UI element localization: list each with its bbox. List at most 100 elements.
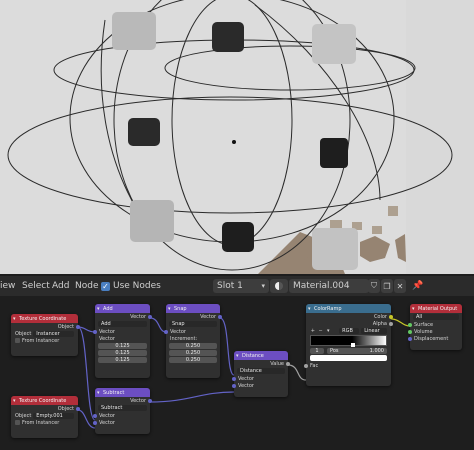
ramp-controls: + − ▾ RGB Linear bbox=[306, 327, 391, 334]
increment-label: Increment: bbox=[170, 335, 198, 342]
material-browse-button[interactable] bbox=[270, 279, 288, 293]
texture-coordinate-node-1[interactable]: Texture Coordinate Object Object Instanc… bbox=[11, 314, 80, 356]
vector-socket-icon[interactable] bbox=[93, 329, 97, 334]
vector-math-snap-node[interactable]: Snap Vector Snap Vector Increment: 0.250… bbox=[164, 304, 222, 378]
viewport-scene bbox=[7, 0, 474, 274]
close-icon: ✕ bbox=[396, 281, 404, 291]
select-menu[interactable]: Select bbox=[22, 279, 50, 293]
node-title: Texture Coordinate bbox=[11, 314, 78, 323]
y-field[interactable]: 0.250 bbox=[169, 350, 217, 356]
float-socket-icon[interactable] bbox=[389, 321, 393, 326]
fac-input: Fac bbox=[304, 362, 391, 369]
node-title: Distance bbox=[234, 351, 288, 360]
object-field[interactable]: Instancer bbox=[33, 330, 74, 337]
stop-color-swatch[interactable] bbox=[310, 355, 387, 361]
vector-math-subtract-node[interactable]: Subtract Vector Subtract Vector Vector bbox=[93, 388, 152, 434]
from-instancer-row[interactable]: From Instancer bbox=[11, 419, 78, 426]
stop-index-field[interactable]: 1 bbox=[310, 347, 324, 354]
node-menu[interactable]: Node bbox=[75, 279, 99, 293]
stop-position-field[interactable]: Pos 1.000 bbox=[327, 347, 387, 354]
vector-socket-icon[interactable] bbox=[164, 329, 168, 334]
vector-input-1: Vector bbox=[164, 328, 220, 335]
view-menu[interactable]: iew bbox=[0, 279, 15, 293]
node-editor[interactable]: Texture Coordinate Object Object Instanc… bbox=[0, 296, 474, 450]
vector-socket-icon[interactable] bbox=[148, 398, 152, 403]
object-output: Object bbox=[11, 405, 80, 412]
vector-input-1: Vector bbox=[93, 412, 150, 419]
stop-row: 1 Pos 1.000 bbox=[306, 347, 391, 354]
use-nodes-label: Use Nodes bbox=[113, 281, 161, 291]
x-field[interactable]: 0.125 bbox=[98, 343, 147, 349]
operation-dropdown[interactable]: Snap bbox=[169, 321, 217, 327]
operation-dropdown[interactable]: Add bbox=[98, 321, 147, 327]
node-title: Material Output bbox=[410, 304, 462, 313]
material-output-node[interactable]: Material Output All Surface Volume Displ… bbox=[408, 304, 462, 350]
x-field[interactable]: 0.250 bbox=[169, 343, 217, 349]
vector-socket-icon[interactable] bbox=[148, 314, 152, 319]
shader-socket-icon[interactable] bbox=[408, 322, 412, 327]
object-output: Object bbox=[11, 323, 80, 330]
color-output: Color bbox=[306, 313, 393, 320]
vector-socket-icon[interactable] bbox=[218, 314, 222, 319]
slot-dropdown[interactable]: Slot 1 ▾ bbox=[213, 279, 269, 293]
remove-stop-icon[interactable]: − bbox=[318, 328, 324, 334]
ramp-menu-icon[interactable]: ▾ bbox=[325, 328, 331, 334]
z-field[interactable]: 0.250 bbox=[169, 357, 217, 363]
vector-output: Vector bbox=[95, 397, 152, 404]
chevron-down-icon: ▾ bbox=[261, 282, 265, 290]
vector-socket-icon[interactable] bbox=[232, 376, 236, 381]
object-field[interactable]: Empty.001 bbox=[33, 412, 74, 419]
add-stop-icon[interactable]: + bbox=[310, 328, 316, 334]
color-ramp-node[interactable]: ColorRamp Color Alpha + − ▾ RGB Linear 1… bbox=[304, 304, 393, 386]
vector-socket-icon[interactable] bbox=[93, 420, 97, 425]
volume-input: Volume bbox=[408, 328, 462, 335]
vector-input-1: Vector bbox=[93, 328, 150, 335]
pin-icon: 📌 bbox=[412, 281, 424, 291]
ramp-gradient[interactable] bbox=[310, 335, 387, 347]
node-editor-header: iew Select Add Node ✓ Use Nodes Slot 1 ▾… bbox=[0, 276, 474, 296]
float-socket-icon[interactable] bbox=[286, 361, 290, 366]
vector-socket-icon[interactable] bbox=[76, 324, 80, 329]
interpolation-dropdown[interactable]: Linear bbox=[361, 327, 387, 334]
vector-math-add-node[interactable]: Add Vector Add Vector Vector 0.125 0.125… bbox=[93, 304, 152, 378]
shield-icon: ⛉ bbox=[371, 281, 377, 290]
vector-socket-icon[interactable] bbox=[408, 336, 412, 341]
node-title: Texture Coordinate bbox=[11, 396, 78, 405]
shader-socket-icon[interactable] bbox=[408, 329, 412, 334]
operation-dropdown[interactable]: Distance bbox=[237, 368, 285, 374]
material-sphere-icon bbox=[275, 282, 283, 290]
checkbox-icon[interactable] bbox=[15, 420, 20, 425]
3d-viewport[interactable] bbox=[0, 0, 474, 274]
use-nodes-checkbox[interactable]: ✓ Use Nodes bbox=[101, 279, 161, 293]
target-dropdown[interactable]: All bbox=[413, 314, 459, 320]
vector-output: Vector bbox=[95, 313, 152, 320]
material-name: Material.004 bbox=[293, 281, 350, 291]
viewport-bg-right bbox=[406, 0, 474, 274]
duplicate-material-button[interactable]: ❐ bbox=[381, 279, 393, 293]
vector-socket-icon[interactable] bbox=[232, 383, 236, 388]
add-menu[interactable]: Add bbox=[52, 279, 69, 293]
vector-math-distance-node[interactable]: Distance Value Distance Vector Vector bbox=[232, 351, 290, 397]
operation-dropdown[interactable]: Subtract bbox=[98, 405, 147, 411]
color-mode-dropdown[interactable]: RGB bbox=[339, 327, 360, 334]
node-title: ColorRamp bbox=[306, 304, 391, 313]
displacement-input: Displacement bbox=[408, 335, 462, 342]
from-instancer-row[interactable]: From Instancer bbox=[11, 337, 78, 344]
node-title: Snap bbox=[166, 304, 220, 313]
vector-socket-icon[interactable] bbox=[76, 406, 80, 411]
object-field-row: Object Empty.001 bbox=[11, 412, 78, 419]
vector-input-2: Vector bbox=[232, 382, 288, 389]
unlink-material-button[interactable]: ✕ bbox=[394, 279, 406, 293]
cubes bbox=[112, 12, 358, 270]
pin-button[interactable]: 📌 bbox=[412, 279, 424, 293]
vector-input-2: Vector bbox=[93, 419, 150, 426]
checkbox-icon[interactable] bbox=[15, 338, 20, 343]
material-name-field[interactable]: Material.004 bbox=[289, 279, 369, 293]
y-field[interactable]: 0.125 bbox=[98, 350, 147, 356]
float-socket-icon[interactable] bbox=[304, 363, 308, 368]
texture-coordinate-node-2[interactable]: Texture Coordinate Object Object Empty.0… bbox=[11, 396, 80, 438]
vector-socket-icon[interactable] bbox=[93, 413, 97, 418]
z-field[interactable]: 0.125 bbox=[98, 357, 147, 363]
color-socket-icon[interactable] bbox=[389, 314, 393, 319]
fake-user-button[interactable]: ⛉ bbox=[368, 279, 380, 293]
